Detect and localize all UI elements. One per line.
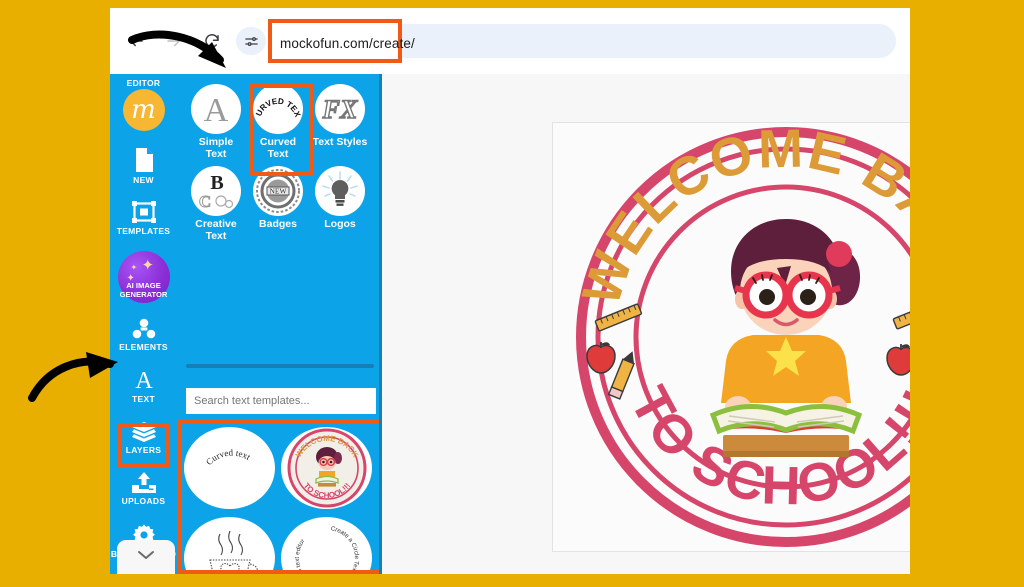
svg-text:Curved text: Curved text [203,447,252,467]
mockofun-app: EDITOR m NEW TEMPLATES ✦ ✦ ✦ AI IMAGE GE… [110,74,910,574]
category-simple-text[interactable]: A Simple Text [185,84,247,164]
svg-text:B: B [210,172,223,194]
sidebar-item-label: LAYERS [125,444,162,455]
svg-text:CURVED TEXT: CURVED TEXT [253,84,302,119]
curved-text-thumb-label: CURVED TEXT [253,84,302,119]
template-label: Create a Circle Text Online with MockoFu… [293,525,359,574]
templates-icon [131,200,157,224]
lightbulb-logo-icon [315,166,365,216]
category-badges[interactable]: NEW Badges [247,166,309,246]
fx-icon: FX [315,84,365,134]
category-label-line1: Simple [198,136,234,148]
list-item[interactable]: ENJOY [184,517,275,574]
category-label-line2: Text [205,147,227,160]
category-label-line1: Logos [324,218,356,230]
girl-reading-book-illustration: WELCOME BACK TO SCHOOL!!! [571,123,910,547]
artboard[interactable]: WELCOME BACK TO SCHOOL!!! [552,122,910,552]
sidebar-item-label: ELEMENTS [119,341,168,352]
elements-icon [131,318,157,340]
category-curved-text[interactable]: CURVED TEXT Curved Text [247,84,309,164]
category-text-styles[interactable]: FX Text Styles [309,84,371,164]
svg-text:C: C [199,192,211,211]
badge-icon: NEW [253,166,303,216]
sidebar-item-layers[interactable]: LAYERS [110,411,177,462]
site-settings-icon[interactable] [236,27,266,55]
new-document-icon [132,147,156,173]
sidebar-item-editor[interactable]: EDITOR m [110,74,177,137]
ruler-icon [892,301,910,330]
sidebar-expander[interactable] [117,540,175,574]
list-item[interactable]: Curved text [184,427,275,509]
sidebar-item-label: UPLOADS [121,496,166,506]
template-results[interactable]: Curved text WELCOME BACK TO SCHOOL!!! Cr… [180,422,384,574]
forward-arrow-icon[interactable] [160,27,188,55]
template-label: Curved text [203,447,252,467]
panel-divider [186,364,374,368]
upload-icon [131,471,157,494]
curved-text-icon: CURVED TEXT [253,84,303,134]
category-label-line1: Badges [259,218,297,230]
editor-sidebar: EDITOR m NEW TEMPLATES ✦ ✦ ✦ AI IMAGE GE… [110,74,177,574]
list-item[interactable]: Create a Circle Text Online with MockoFu… [281,517,372,574]
sidebar-item-elements[interactable]: ELEMENTS [110,309,177,359]
url-text: mockofun.com/create/ [280,36,415,51]
text-a-icon: A [132,368,156,392]
sidebar-item-label: EDITOR [126,78,161,88]
sidebar-item-label: TEMPLATES [116,226,171,236]
sidebar-item-templates[interactable]: TEMPLATES [110,191,177,243]
browser-window: mockofun.com/create/ EDITOR m NEW TEMPLA… [110,8,910,574]
text-category-grid: A Simple Text CURVED TEXT [177,74,384,246]
category-label-line2: Text [205,229,227,242]
sidebar-item-label-line2: GENERATOR [119,289,168,299]
category-label-line2: Text [267,147,289,160]
category-label-line1: Curved [259,136,297,148]
category-label-line1: Creative [195,218,237,230]
apple-icon [586,342,616,374]
sidebar-item-text[interactable]: A TEXT [110,358,177,411]
browser-toolbar: mockofun.com/create/ [110,8,910,74]
back-arrow-icon[interactable] [122,27,150,55]
creative-text-icon: B C [191,166,241,216]
sidebar-item-label: TEXT [132,394,155,404]
mockofun-logo-icon: m [122,88,165,131]
badge-thumb-label: NEW [269,187,287,196]
letter-a-icon: A [191,84,241,134]
search-input[interactable] [186,388,376,414]
svg-text:Create a Circle Text Online wi: Create a Circle Text Online with MockoFu… [293,525,359,574]
category-label-line1: Text Styles [312,136,368,148]
list-item[interactable]: WELCOME BACK TO SCHOOL!!! [281,427,372,509]
text-panel: A Simple Text CURVED TEXT [177,74,384,574]
logo-glyph: m [131,94,156,125]
sidebar-item-ai-image-generator[interactable]: ✦ ✦ ✦ AI IMAGE GENERATOR [110,243,177,309]
canvas-area[interactable]: WELCOME BACK TO SCHOOL!!! [382,74,910,574]
fx-thumb-label: FX [322,95,358,124]
svg-text:A: A [135,368,153,392]
sidebar-item-uploads[interactable]: UPLOADS [110,461,177,513]
ai-sparkles-icon: ✦ ✦ ✦ AI IMAGE GENERATOR [117,250,170,303]
chevron-down-icon [137,548,155,566]
url-bar[interactable]: mockofun.com/create/ [268,19,896,63]
category-creative-text[interactable]: B C Creative Text [185,166,247,246]
apple-icon [886,344,910,376]
svg-text:A: A [204,92,229,129]
category-logos[interactable]: Logos [309,166,371,246]
template-label: ENJOY [222,572,237,574]
sidebar-item-new[interactable]: NEW [110,137,177,192]
layers-icon [131,421,157,443]
reload-icon[interactable] [198,27,226,55]
sidebar-item-label: NEW [133,174,154,185]
